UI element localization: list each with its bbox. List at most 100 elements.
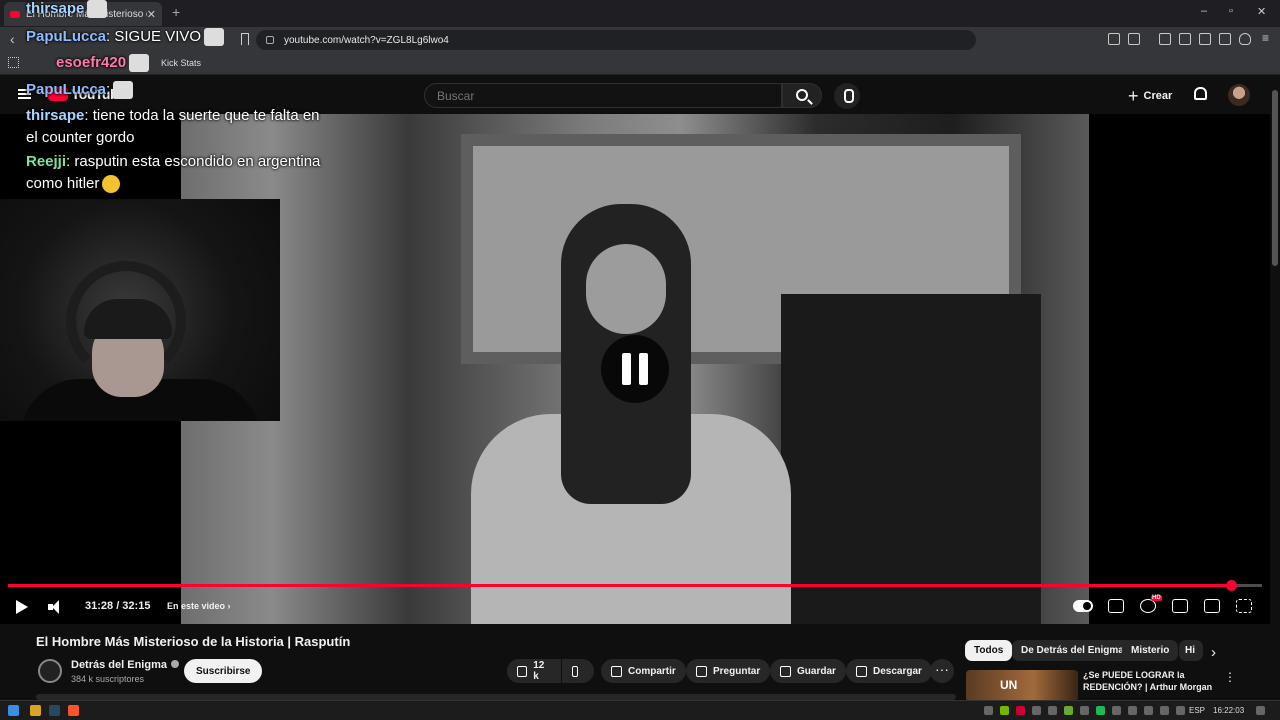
steam-tray-icon[interactable] <box>1160 706 1169 715</box>
chip-misterio[interactable]: Misterio <box>1122 640 1179 661</box>
tray-icon[interactable] <box>1048 706 1057 715</box>
vpn-shield-icon[interactable] <box>1239 33 1251 45</box>
youtube-favicon-icon <box>10 10 20 18</box>
search-button[interactable] <box>782 83 822 108</box>
chat-username: Reejji <box>26 153 67 170</box>
download-button[interactable]: Descargar <box>846 659 932 683</box>
pause-overlay-icon[interactable] <box>601 335 669 403</box>
dislike-button[interactable] <box>562 659 594 683</box>
scrollbar-thumb[interactable] <box>1272 90 1278 266</box>
chat-text: : SIGUE VIVO <box>106 28 202 45</box>
notifications-bell-icon[interactable] <box>1194 87 1207 100</box>
progress-bar[interactable] <box>8 580 1262 591</box>
cast-icon[interactable] <box>1204 599 1220 613</box>
voice-search-button[interactable] <box>834 83 860 109</box>
close-tab-icon[interactable]: ✕ <box>147 8 156 21</box>
save-label: Guardar <box>797 665 836 677</box>
video-title: El Hombre Más Misterioso de la Historia … <box>36 634 351 649</box>
bookmark-icon[interactable] <box>241 33 249 45</box>
tray-icon[interactable] <box>984 706 993 715</box>
network-tray-icon[interactable] <box>1144 706 1153 715</box>
chat-message: PapuLucca: <box>26 79 134 101</box>
back-arrow-icon[interactable]: ‹ <box>10 31 15 47</box>
miniplayer-icon[interactable] <box>1172 599 1188 613</box>
recommended-menu-icon[interactable]: ⋮ <box>1224 670 1236 684</box>
chat-message: como hitler <box>26 173 121 195</box>
file-explorer-icon[interactable] <box>30 705 41 716</box>
recommended-thumbnail[interactable]: UN <box>966 670 1078 702</box>
tray-icon[interactable] <box>1080 706 1089 715</box>
download-icon <box>856 665 867 677</box>
bookmark-kick-stats[interactable]: Kick Stats <box>161 58 201 68</box>
sparkle-icon <box>696 665 707 677</box>
browser-tab-strip: El Hombre Más Misterioso de ✕ + – ▫ ✕ <box>0 0 1280 27</box>
tray-icon[interactable] <box>1112 706 1121 715</box>
play-icon[interactable] <box>16 600 28 614</box>
volume-icon[interactable] <box>48 600 64 614</box>
thumbs-up-icon <box>517 665 528 677</box>
chat-message: el counter gordo <box>26 127 134 149</box>
subscribe-button[interactable]: Suscribirse <box>184 659 263 683</box>
subtitles-icon[interactable] <box>1108 599 1124 613</box>
chat-text: como hitler <box>26 175 100 192</box>
like-count: 12 k <box>533 660 545 682</box>
ai-icon[interactable] <box>1219 33 1231 45</box>
account-avatar[interactable] <box>1228 84 1250 106</box>
chapter-button[interactable]: En este video › <box>167 601 231 611</box>
settings-gear-icon[interactable] <box>1140 599 1156 613</box>
channel-avatar[interactable] <box>38 659 62 683</box>
save-button[interactable]: Guardar <box>770 659 846 683</box>
like-button[interactable]: 12 k <box>507 659 561 683</box>
sidebar-icon[interactable] <box>1179 33 1191 45</box>
notifications-tray-icon[interactable] <box>1256 706 1265 715</box>
thumbnail-text: UN <box>1000 678 1018 692</box>
channel-name[interactable]: Detrás del Enigma <box>71 659 179 671</box>
chip-channel[interactable]: De Detrás del Enigma <box>1012 640 1133 661</box>
autoplay-toggle[interactable] <box>1073 600 1093 612</box>
wallet-icon[interactable] <box>1199 33 1211 45</box>
emote-icon <box>113 81 134 100</box>
address-bar[interactable]: youtube.com/watch?v=ZGL8Lg6lwo4 <box>256 30 976 50</box>
more-actions-button[interactable]: ··· <box>930 659 954 683</box>
microphone-tray-icon[interactable] <box>1128 706 1137 715</box>
apps-grid-icon[interactable] <box>8 57 19 68</box>
page-scrollbar[interactable] <box>1270 76 1280 700</box>
subscriber-count: 384 k suscriptores <box>71 674 145 684</box>
screen: El Hombre Más Misterioso de ✕ + – ▫ ✕ ‹ … <box>0 0 1280 720</box>
create-button[interactable]: + Crear <box>1128 85 1172 107</box>
brave-browser-icon[interactable] <box>68 705 79 716</box>
windows-start-icon[interactable] <box>8 705 19 716</box>
steam-icon[interactable] <box>49 705 60 716</box>
minimize-window-button[interactable]: – <box>1201 5 1207 17</box>
tray-icon[interactable] <box>1064 706 1073 715</box>
screenshot-icon[interactable] <box>1128 33 1140 45</box>
tray-icon[interactable] <box>1032 706 1041 715</box>
share-button[interactable]: Compartir <box>601 659 686 683</box>
taskbar-clock[interactable]: 16:22:03 <box>1213 706 1244 715</box>
nvidia-tray-icon[interactable] <box>1000 706 1009 715</box>
input-language[interactable]: ESP <box>1189 706 1205 715</box>
os-taskbar: ESP 16:22:03 <box>0 700 1280 720</box>
speaker-tray-icon[interactable] <box>1176 706 1185 715</box>
close-window-button[interactable]: ✕ <box>1257 5 1266 18</box>
chip-todos[interactable]: Todos <box>965 640 1013 661</box>
thumbs-down-icon <box>572 665 578 677</box>
restore-window-button[interactable]: ▫ <box>1229 5 1233 17</box>
extensions-icon[interactable] <box>1108 33 1120 45</box>
media-icon[interactable] <box>1159 33 1171 45</box>
create-label: Crear <box>1143 90 1173 102</box>
spotify-tray-icon[interactable] <box>1096 706 1105 715</box>
chevron-right-icon[interactable]: › <box>1211 644 1216 661</box>
chat-message: thirsape: tiene toda la suerte que te fa… <box>26 105 320 127</box>
tray-icon[interactable] <box>1016 706 1025 715</box>
fullscreen-icon[interactable] <box>1236 599 1252 613</box>
ask-button[interactable]: Preguntar <box>686 659 771 683</box>
site-info-icon[interactable] <box>266 36 274 44</box>
chip-partial[interactable]: Hi <box>1179 640 1203 661</box>
menu-icon[interactable]: ≡ <box>1262 31 1269 45</box>
search-input[interactable] <box>424 83 782 108</box>
new-tab-button[interactable]: + <box>172 4 180 20</box>
video-scene-figure-face <box>586 244 666 334</box>
chat-message: Reejji: rasputin esta escondido en argen… <box>26 151 320 173</box>
progress-scrubber[interactable] <box>1226 580 1238 591</box>
